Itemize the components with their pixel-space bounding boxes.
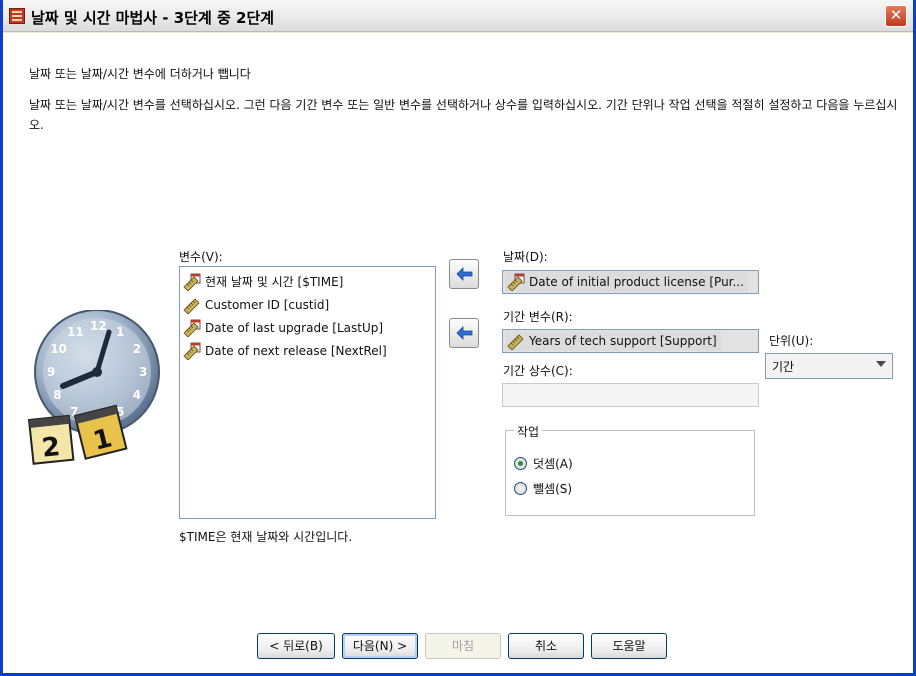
operation-group: 작업 덧셈(A) 뺄셈(S) [505,423,755,516]
duration-variable-value: Years of tech support [Support] [529,334,717,348]
radio-subtract-label: 뺄셈(S) [533,482,573,496]
radio-add[interactable]: 덧셈(A) [514,455,573,472]
list-item-label: Customer ID [custid] [205,297,330,312]
variables-label: 변수(V): [179,250,223,264]
time-note: $TIME은 현재 날짜와 시간입니다. [179,530,353,544]
wizard-content: 날짜 또는 날짜/시간 변수에 더하거나 뺍니다 날짜 또는 날짜/시간 변수를… [3,33,913,673]
radio-subtract-indicator[interactable] [514,482,527,495]
clock-number: 3 [139,365,147,379]
date-ruler-icon [183,342,201,360]
list-item-label: 현재 날짜 및 시간 [$TIME] [205,275,344,289]
clock-number: 10 [50,342,67,356]
help-button[interactable]: 도움말 [591,633,667,659]
list-item[interactable]: 현재 날짜 및 시간 [$TIME] [183,270,432,293]
variables-listbox[interactable]: 현재 날짜 및 시간 [$TIME] Customer ID [custid] Da… [179,266,436,519]
step-heading: 날짜 또는 날짜/시간 변수에 더하거나 뺍니다 [29,67,251,81]
clock-number: 12 [90,319,107,333]
list-item-label: Date of next release [NextRel] [205,343,387,358]
unit-label: 단위(U): [769,334,814,348]
date-ruler-icon [183,319,201,337]
clock-number: 1 [116,325,124,339]
date-ruler-icon [183,273,201,291]
duration-variable-field[interactable]: Years of tech support [Support] [502,329,759,353]
date-label: 날짜(D): [503,250,548,264]
scale-ruler-icon [183,297,200,314]
dialog-window: 날짜 및 시간 마법사 - 3단계 중 2단계 ✕ 날짜 또는 날짜/시간 변수… [0,0,916,676]
calendar-page-2: 2 [41,432,62,464]
instructions-text: 날짜 또는 날짜/시간 변수를 선택하십시오. 그런 다음 기간 변수 또는 일… [29,98,898,132]
scale-ruler-icon [507,334,524,350]
window-title: 날짜 및 시간 마법사 - 3단계 중 2단계 [31,9,275,27]
date-value: Date of initial product license [Pur... [529,275,744,289]
title-bar[interactable]: 날짜 및 시간 마법사 - 3단계 중 2단계 ✕ [3,0,913,32]
list-item[interactable]: Date of next release [NextRel] [183,339,432,362]
operation-group-title: 작업 [514,423,543,440]
list-item-label: Date of last upgrade [LastUp] [205,320,384,335]
duration-constant-field[interactable] [502,383,759,407]
next-button[interactable]: 다음(N) > [342,633,418,659]
unit-selected-value: 기간 [772,360,795,374]
list-item[interactable]: Date of last upgrade [LastUp] [183,316,432,339]
unit-dropdown[interactable]: 기간 [765,353,893,379]
date-field[interactable]: Date of initial product license [Pur... [502,270,759,294]
arrow-left-icon [456,326,473,340]
chevron-down-icon [876,361,886,367]
radio-subtract[interactable]: 뺄셈(S) [514,480,572,497]
list-item[interactable]: Customer ID [custid] [183,293,432,316]
move-to-date-button[interactable] [449,259,479,289]
clock-number: 9 [47,365,55,379]
arrow-left-icon [456,267,473,281]
clock-calendar-illustration: 121234567891011 2 1 [27,310,160,465]
clock-number: 11 [67,325,84,339]
radio-add-label: 덧셈(A) [533,457,573,471]
date-ruler-icon [507,273,525,291]
clock-number: 2 [133,342,141,356]
cancel-button[interactable]: 취소 [508,633,584,659]
duration-variable-label: 기간 변수(R): [503,310,573,324]
duration-constant-label: 기간 상수(C): [503,364,573,378]
clock-number: 4 [133,388,141,402]
move-to-duration-button[interactable] [449,318,479,348]
finish-button[interactable]: 마침 [425,633,501,659]
back-button[interactable]: < 뒤로(B) [257,633,335,659]
radio-add-indicator[interactable] [514,457,527,470]
close-button[interactable]: ✕ [885,5,907,27]
clock-number: 8 [53,388,61,402]
app-icon [9,8,25,24]
